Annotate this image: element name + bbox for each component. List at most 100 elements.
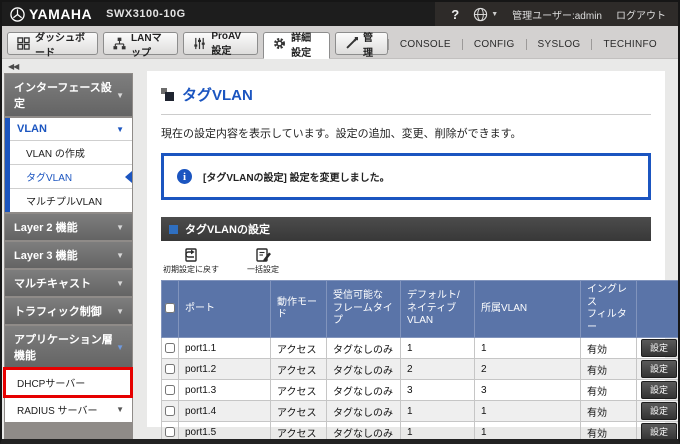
cell-frame: タグなしのみ — [327, 401, 401, 422]
sidebar-item-radius-server[interactable]: RADIUS サーバー ▼ — [5, 397, 132, 422]
cell-ingress: 有効 — [581, 359, 637, 380]
tab-proav-settings[interactable]: ProAV設定 — [183, 32, 258, 55]
sidebar-collapse-button[interactable]: ◀◀ — [4, 61, 133, 73]
gear-icon — [273, 37, 286, 50]
setting-button[interactable]: 設定 — [641, 339, 677, 357]
sidebar-item-vlan-create[interactable]: VLAN の作成 — [10, 140, 132, 164]
globe-icon — [473, 7, 488, 22]
sidebar-item-vlan[interactable]: VLAN ▼ — [10, 118, 132, 140]
sidebar-item-multiple-vlan[interactable]: マルチプルVLAN — [10, 188, 132, 212]
table-row: port1.2 アクセス タグなしのみ 2 2 有効 設定 — [162, 359, 679, 380]
col-header-frame: 受信可能な フレームタイプ — [327, 281, 401, 338]
link-techinfo[interactable]: TECHINFO — [591, 39, 668, 50]
tab-lanmap[interactable]: LANマップ — [103, 32, 178, 55]
cell-port: port1.4 — [179, 401, 271, 422]
tab-dashboard[interactable]: ダッシュボード — [7, 32, 98, 55]
col-header-ingress-line1: イングレス — [587, 284, 630, 309]
sidebar-group-layer3[interactable]: Layer 3 機能 ▼ — [5, 242, 132, 268]
caret-down-icon: ▼ — [116, 279, 124, 288]
info-message-box: i [タグVLANの設定] 設定を変更しました。 — [161, 153, 651, 200]
tab-label: ProAV設定 — [211, 31, 248, 57]
sidebar-group-application-layer[interactable]: アプリケーション層機能 ▼ — [5, 326, 132, 368]
sidebar-item-dhcp-server[interactable]: DHCPサーバー — [5, 370, 132, 395]
cell-frame: タグなしのみ — [327, 359, 401, 380]
logout-button[interactable]: ログアウト — [616, 7, 666, 22]
section-header: タグVLANの設定 — [161, 217, 651, 241]
row-checkbox[interactable] — [165, 364, 175, 374]
sidebar: ◀◀ インターフェース設定 ▼ VLAN ▼ VLAN の作成 タグVLAN — [2, 59, 133, 439]
sidebar-group-traffic-control[interactable]: トラフィック制御 ▼ — [5, 298, 132, 324]
language-selector[interactable]: ▼ — [473, 7, 498, 22]
topbar: YAMAHA SWX3100-10G ? ▼ 管理ユーザー:admin ログアウ… — [2, 2, 678, 26]
caret-down-icon: ▼ — [116, 91, 124, 100]
select-all-checkbox[interactable] — [165, 303, 175, 313]
brand-text: YAMAHA — [29, 6, 92, 22]
setting-button[interactable]: 設定 — [641, 360, 677, 378]
page-title-text: タグVLAN — [182, 84, 253, 105]
content-area: タグVLAN 現在の設定内容を表示しています。設定の追加、変更、削除ができます。… — [133, 59, 678, 439]
sidebar-menu: インターフェース設定 ▼ VLAN ▼ VLAN の作成 タグVLAN マルチプ… — [4, 73, 133, 439]
cell-native: 1 — [401, 422, 475, 440]
cell-frame: タグなしのみ — [327, 338, 401, 359]
cell-native: 1 — [401, 401, 475, 422]
topbar-brand-group: YAMAHA SWX3100-10G — [2, 2, 186, 26]
sidebar-group-multicast[interactable]: マルチキャスト ▼ — [5, 270, 132, 296]
setting-button[interactable]: 設定 — [641, 381, 677, 399]
col-header-native-vlan: デフォルト/ ネイティブVLAN — [401, 281, 475, 338]
cell-ingress: 有効 — [581, 401, 637, 422]
col-header-member-vlan: 所属VLAN — [475, 281, 581, 338]
row-checkbox[interactable] — [165, 427, 175, 437]
main-nav: ダッシュボード LANマップ — [2, 26, 678, 59]
current-page-marker-icon — [125, 171, 132, 183]
tab-management[interactable]: 管 理 — [335, 32, 388, 55]
group-label: トラフィック制御 — [14, 303, 102, 319]
link-config[interactable]: CONFIG — [462, 39, 526, 50]
table-row: port1.1 アクセス タグなしのみ 1 1 有効 設定 — [162, 338, 679, 359]
help-button[interactable]: ? — [451, 7, 459, 22]
batch-edit-button[interactable]: 一括設定 — [235, 248, 291, 275]
col-header-mode: 動作モード — [271, 281, 327, 338]
cell-native: 1 — [401, 338, 475, 359]
table-toolbar: 初期設定に戻す 一括設定 — [161, 241, 651, 280]
table-row: port1.4 アクセス タグなしのみ 1 1 有効 設定 — [162, 401, 679, 422]
cell-ingress: 有効 — [581, 422, 637, 440]
cell-mode: アクセス — [271, 380, 327, 401]
col-header-port: ポート — [179, 281, 271, 338]
lanmap-icon — [113, 37, 126, 50]
cell-member: 3 — [475, 380, 581, 401]
sidebar-vlan-block: VLAN ▼ VLAN の作成 タグVLAN マルチプルVLAN — [5, 118, 132, 212]
col-header-native-line2: ネイティブVLAN — [407, 303, 468, 328]
caret-down-icon: ▼ — [116, 223, 124, 232]
group-label: インターフェース設定 — [14, 79, 116, 111]
sidebar-group-layer2[interactable]: Layer 2 機能 ▼ — [5, 214, 132, 240]
yamaha-logo-icon — [10, 7, 25, 22]
row-checkbox[interactable] — [165, 385, 175, 395]
sidebar-item-tag-vlan[interactable]: タグVLAN — [10, 164, 132, 188]
caret-down-icon: ▼ — [116, 251, 124, 260]
tab-label: LANマップ — [131, 29, 168, 59]
link-console[interactable]: CONSOLE — [388, 39, 462, 50]
chevron-down-icon: ▼ — [491, 11, 498, 18]
caret-down-icon: ▼ — [116, 343, 124, 352]
info-message-text: [タグVLANの設定] 設定を変更しました。 — [203, 169, 390, 184]
setting-button[interactable]: 設定 — [641, 423, 677, 439]
tool-label: 初期設定に戻す — [163, 264, 219, 275]
link-syslog[interactable]: SYSLOG — [526, 39, 592, 50]
row-checkbox[interactable] — [165, 343, 175, 353]
group-label: Layer 3 機能 — [14, 247, 78, 263]
tag-vlan-table: ポート 動作モード 受信可能な フレームタイプ デフォルト/ ネイティブVLAN… — [161, 280, 678, 439]
tab-advanced-settings[interactable]: 詳細設定 — [263, 32, 330, 59]
batch-edit-icon — [254, 248, 272, 263]
caret-down-icon: ▼ — [116, 405, 124, 414]
wrench-icon — [345, 37, 358, 50]
sidebar-group-interface-settings[interactable]: インターフェース設定 ▼ — [5, 74, 132, 116]
cell-member: 2 — [475, 359, 581, 380]
row-checkbox[interactable] — [165, 406, 175, 416]
reset-to-default-button[interactable]: 初期設定に戻す — [163, 248, 219, 275]
tab-label: 詳細設定 — [291, 29, 320, 59]
setting-button[interactable]: 設定 — [641, 402, 677, 420]
group-label: アプリケーション層機能 — [14, 331, 116, 363]
table-row: port1.5 アクセス タグなしのみ 1 1 有効 設定 — [162, 422, 679, 440]
page-title: タグVLAN — [161, 84, 651, 105]
title-squares-icon — [161, 88, 174, 101]
